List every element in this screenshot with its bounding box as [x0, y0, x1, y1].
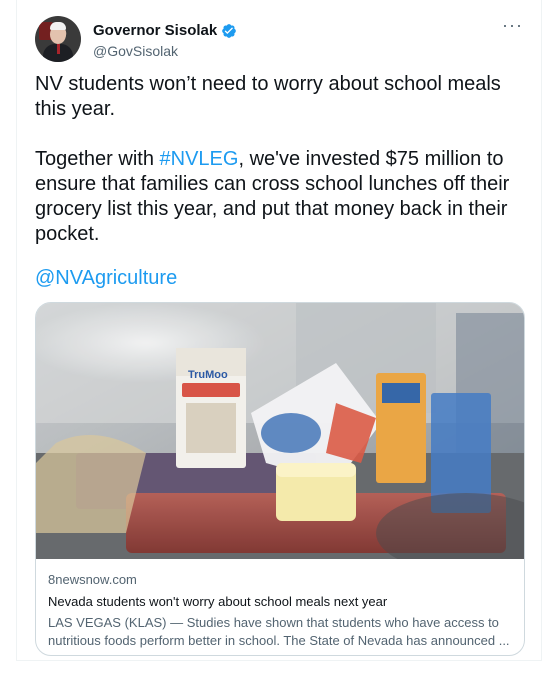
tweet-text-before-hashtag: Together with — [35, 148, 160, 170]
tweet-card: Governor Sisolak @GovSisolak ··· NV stud… — [16, 0, 542, 661]
link-preview-description: LAS VEGAS (KLAS) — Studies have shown th… — [48, 615, 510, 648]
tweet-header: Governor Sisolak @GovSisolak ··· — [35, 16, 525, 64]
author-display-name-row[interactable]: Governor Sisolak — [93, 21, 237, 40]
avatar-hair — [50, 22, 66, 30]
tweet-paragraph-1: NV students won’t need to worry about sc… — [35, 73, 501, 120]
tweet-text: NV students won’t need to worry about sc… — [35, 72, 525, 247]
hashtag-link[interactable]: #NVLEG — [160, 148, 239, 170]
tweet-paragraph-2: Together with #NVLEG, we've invested $75… — [35, 147, 525, 247]
link-preview-image[interactable]: TruMoo — [36, 303, 524, 559]
link-preview-card[interactable]: TruMoo 8newsnow.com Nevada students won'… — [35, 302, 525, 656]
author-handle[interactable]: @GovSisolak — [93, 42, 237, 60]
link-preview-meta: 8newsnow.com Nevada students won't worry… — [48, 571, 512, 650]
link-preview-domain: 8newsnow.com — [48, 572, 137, 587]
link-preview-title: Nevada students won't worry about school… — [48, 594, 388, 609]
avatar-tie — [57, 44, 60, 54]
avatar[interactable] — [35, 16, 81, 62]
author-names: Governor Sisolak @GovSisolak — [93, 21, 237, 60]
mention-link[interactable]: @NVAgriculture — [35, 266, 177, 291]
author-display-name[interactable]: Governor Sisolak — [93, 21, 217, 40]
more-options-icon[interactable]: ··· — [502, 16, 523, 34]
verified-badge-icon — [221, 23, 237, 39]
